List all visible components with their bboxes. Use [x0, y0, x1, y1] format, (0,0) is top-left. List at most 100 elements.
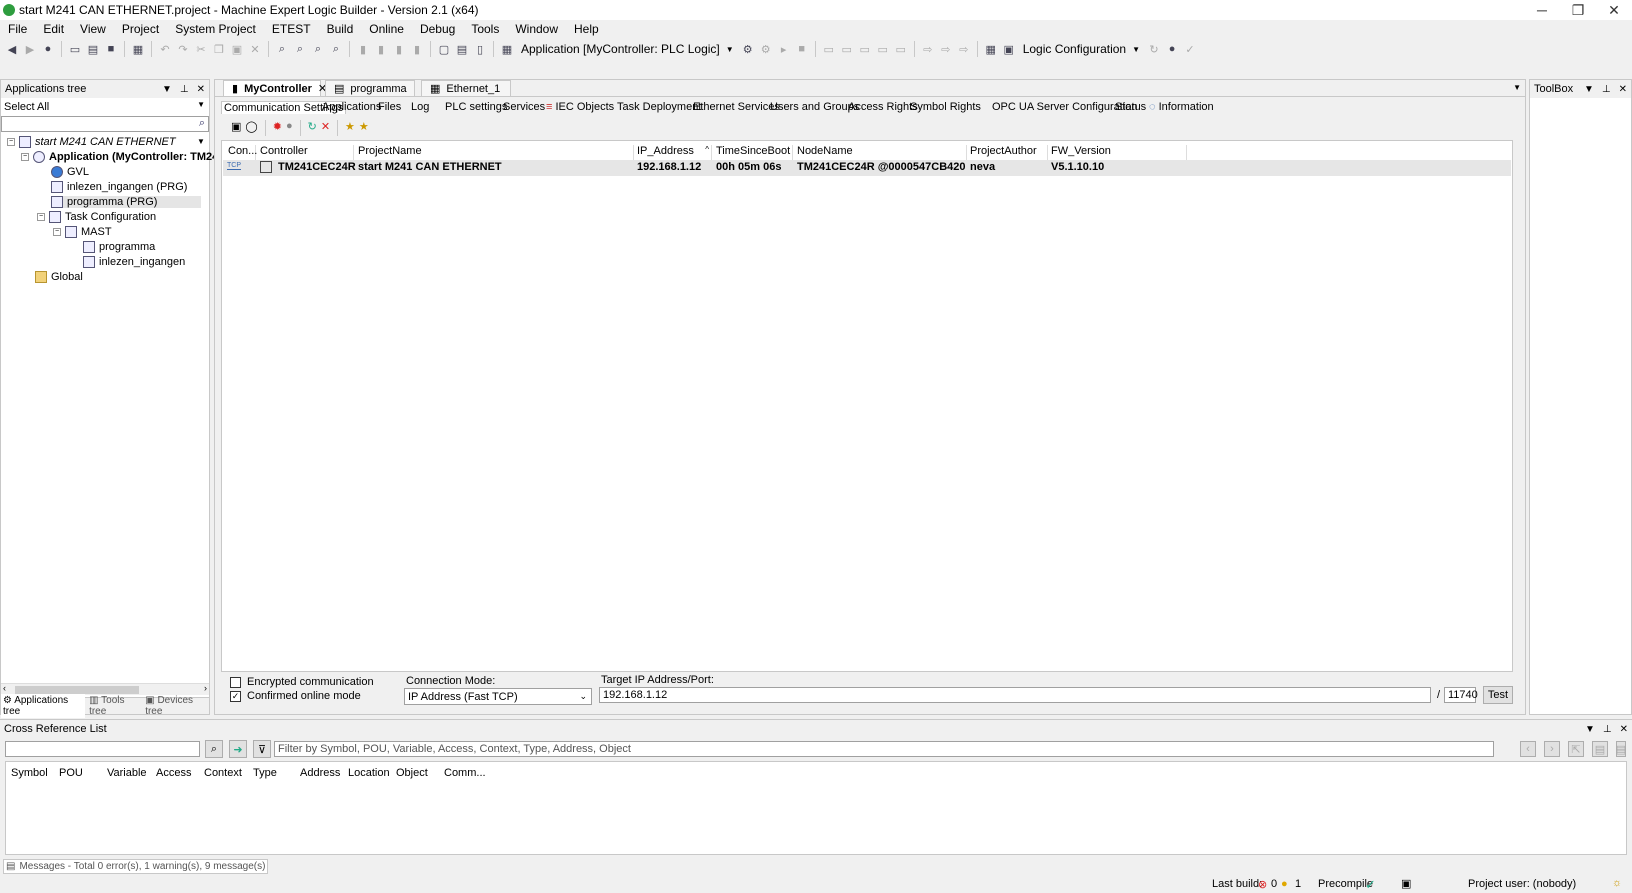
undo-icon[interactable]: ↶	[157, 41, 173, 57]
menu-file[interactable]: File	[0, 22, 35, 36]
tree-node-task-configuration[interactable]: − Task Configuration	[37, 211, 156, 223]
tree-node-mast[interactable]: − MAST	[53, 226, 112, 238]
column-header-variable[interactable]: Variable	[107, 767, 147, 779]
menu-window[interactable]: Window	[507, 22, 566, 36]
run-icon[interactable]: ▸	[776, 41, 792, 57]
favorite-add-icon[interactable]: ★	[345, 120, 355, 136]
print-icon[interactable]: ▦	[130, 41, 146, 57]
force-values-icon[interactable]: ⇨	[938, 41, 954, 57]
collapse-icon[interactable]: −	[53, 228, 61, 236]
tab-iec-objects[interactable]: ≡ IEC Objects	[546, 101, 614, 113]
bookmark-icon[interactable]: ▮	[355, 41, 371, 57]
check-icon[interactable]: ✓	[1182, 41, 1198, 57]
menu-build[interactable]: Build	[319, 22, 362, 36]
tab-information[interactable]: ◌ Information	[1149, 101, 1214, 113]
toggle-view-icon[interactable]: ▤	[1592, 741, 1608, 757]
encrypted-option[interactable]: Encrypted communication	[230, 676, 374, 688]
login-icon[interactable]: ⚙	[740, 41, 756, 57]
redo-icon[interactable]: ↷	[175, 41, 191, 57]
flash-device-icon[interactable]: ✹	[273, 120, 282, 136]
column-header-timesinceboot[interactable]: TimeSinceBoot	[714, 145, 793, 160]
refresh-icon[interactable]: ↻	[1146, 41, 1162, 57]
tab-tools-tree[interactable]: ▥ Tools tree	[89, 695, 141, 717]
options-icon[interactable]: ▤	[1616, 741, 1626, 757]
breakpoint-icon[interactable]: ▭	[821, 41, 837, 57]
close-icon[interactable]: ✕	[1619, 84, 1627, 95]
tab-files[interactable]: Files	[378, 101, 401, 113]
tree-node-global[interactable]: Global	[35, 271, 83, 283]
column-header-controller[interactable]: Controller	[258, 145, 354, 160]
search-icon[interactable]: ⌕	[199, 117, 205, 130]
column-header-location[interactable]: Location	[348, 767, 390, 779]
network-icon[interactable]: ▣	[1401, 877, 1411, 890]
chevron-down-icon[interactable]: ▼	[162, 84, 172, 95]
column-header-type[interactable]: Type	[253, 767, 277, 779]
tree-node-inlezen-ingangen[interactable]: inlezen_ingangen (PRG)	[51, 181, 187, 193]
tool-dropdown-icon[interactable]: ●	[1164, 41, 1180, 57]
next-icon[interactable]: ›	[1544, 741, 1560, 757]
column-header-nodename[interactable]: NodeName	[795, 145, 967, 160]
column-header-object[interactable]: Object	[396, 767, 428, 779]
scrollbar-thumb[interactable]	[15, 686, 139, 694]
connection-mode-select[interactable]: IP Address (Fast TCP) ⌄	[404, 688, 592, 705]
tab-applications-tree[interactable]: ⚙ Applications tree	[1, 694, 86, 718]
tab-task-deployment[interactable]: Task Deployment	[617, 101, 701, 113]
messages-tab[interactable]: ▤ Messages - Total 0 error(s), 1 warning…	[3, 859, 269, 874]
open-folder-icon[interactable]: ▤	[85, 41, 101, 57]
wink-icon[interactable]: ●	[286, 120, 293, 136]
shield-icon[interactable]: ◯	[245, 120, 257, 136]
menu-etest[interactable]: ETEST	[264, 22, 319, 36]
delete-icon[interactable]: ✕	[247, 41, 263, 57]
back-icon[interactable]: ◀	[4, 41, 20, 57]
configuration-icon[interactable]: ▦	[983, 41, 999, 57]
collapse-icon[interactable]: −	[21, 153, 29, 161]
tab-applications[interactable]: Applications	[322, 101, 381, 113]
column-header-ip-address[interactable]: IP_Address ^	[635, 145, 712, 160]
tree-filter-select[interactable]: Select All ▼	[1, 99, 209, 114]
tab-access-rights[interactable]: Access Rights	[848, 101, 918, 113]
collapse-icon[interactable]: −	[37, 213, 45, 221]
favorite-icon[interactable]: ★	[359, 120, 369, 136]
application-selector[interactable]: Application [MyController: PLC Logic] ▼	[517, 40, 738, 58]
confirmed-option[interactable]: ✓ Confirmed online mode	[230, 690, 361, 702]
column-header-context[interactable]: Context	[204, 767, 242, 779]
minimize-button[interactable]: ─	[1524, 0, 1560, 20]
chevron-down-icon[interactable]: ▼	[1585, 724, 1595, 735]
run-to-cursor-icon[interactable]: ▭	[893, 41, 909, 57]
tab-services[interactable]: Services	[503, 101, 545, 113]
forward-icon[interactable]: ▶	[22, 41, 38, 57]
tab-devices-tree[interactable]: ▣ Devices tree	[145, 695, 209, 717]
clipboard-icon[interactable]: ▯	[472, 41, 488, 57]
layout-icon[interactable]: ▤	[454, 41, 470, 57]
navigate-icon[interactable]: ●	[40, 41, 56, 57]
column-header-projectname[interactable]: ProjectName	[356, 145, 634, 160]
column-header-symbol[interactable]: Symbol	[11, 767, 48, 779]
menu-tools[interactable]: Tools	[463, 22, 507, 36]
tree-node-mast-inlezen[interactable]: inlezen_ingangen	[83, 256, 185, 268]
find-all-icon[interactable]: ⌕	[310, 41, 326, 57]
save-icon[interactable]: ■	[103, 41, 119, 57]
remove-icon[interactable]: ✕	[321, 120, 330, 136]
scroll-left-icon[interactable]: ‹	[3, 683, 6, 693]
tab-ethernet-services[interactable]: Ethernet Services	[693, 101, 780, 113]
monitor-icon[interactable]: ▣	[1001, 41, 1017, 57]
column-header-pou[interactable]: POU	[59, 767, 83, 779]
goto-icon[interactable]: ⇱	[1568, 741, 1584, 757]
unforce-icon[interactable]: ⇨	[956, 41, 972, 57]
cut-icon[interactable]: ✂	[193, 41, 209, 57]
pin-icon[interactable]: ⊥	[180, 84, 189, 95]
doc-tab-ethernet[interactable]: ▦ Ethernet_1	[421, 80, 511, 96]
step-out-icon[interactable]: ▭	[875, 41, 891, 57]
column-header-connection[interactable]: Con...	[226, 145, 257, 160]
close-button[interactable]: ✕	[1596, 0, 1632, 20]
column-header-address[interactable]: Address	[300, 767, 340, 779]
find-next-icon[interactable]: ⌕	[328, 41, 344, 57]
tree-root-project[interactable]: − start M241 CAN ETHERNET	[7, 136, 176, 148]
column-header-fw-version[interactable]: FW_Version	[1049, 145, 1187, 160]
go-arrow-icon[interactable]: ➜	[229, 740, 247, 758]
write-values-icon[interactable]: ⇨	[920, 41, 936, 57]
paste-icon[interactable]: ▣	[229, 41, 245, 57]
pin-icon[interactable]: ⊥	[1603, 724, 1612, 735]
new-file-icon[interactable]: ▭	[67, 41, 83, 57]
column-header-projectauthor[interactable]: ProjectAuthor	[968, 145, 1048, 160]
